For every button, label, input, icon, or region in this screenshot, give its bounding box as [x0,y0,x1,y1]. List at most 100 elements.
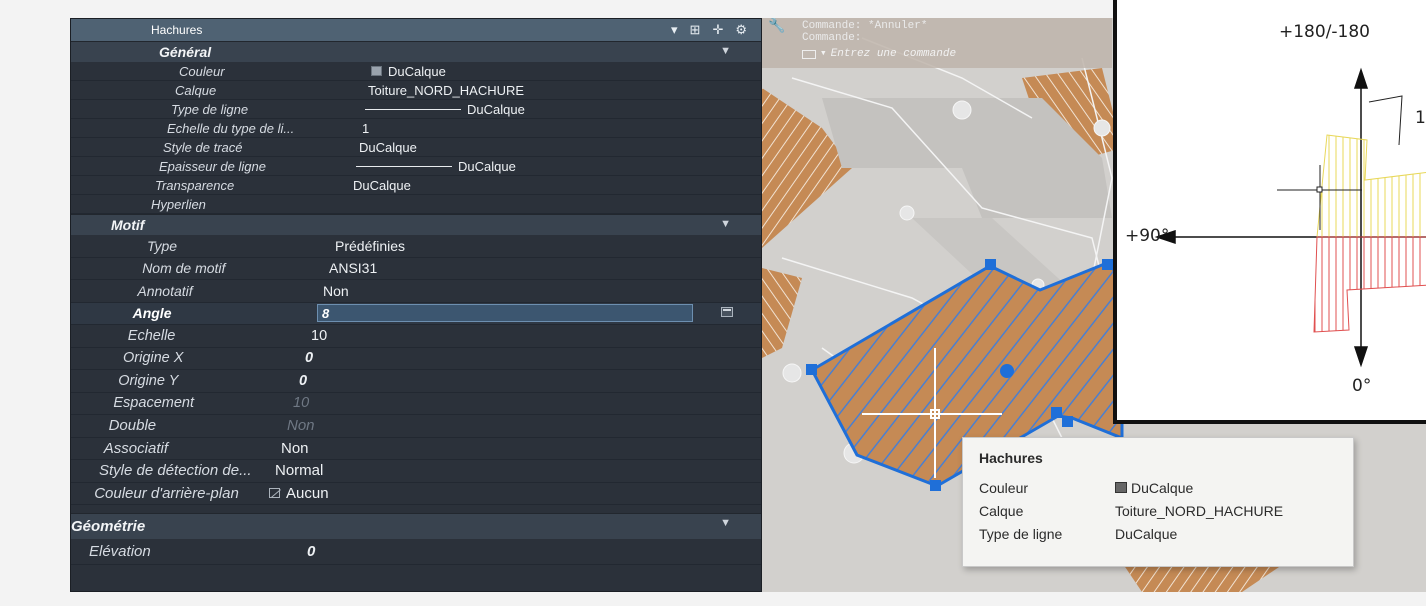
command-history-icon[interactable] [802,49,816,59]
property-value-text: ANSI31 [329,260,378,277]
property-value-epaisseur-de-ligne[interactable]: DuCalque [356,159,516,174]
property-label: Calque [175,82,217,98]
property-value-origine-x[interactable]: 0 [305,350,313,366]
section-motif[interactable]: Motif ▼ [71,214,761,235]
property-value-text: 0 [305,350,314,367]
property-value-text: 1 [362,120,370,136]
property-value-type-de-ligne[interactable]: DuCalque [365,102,525,117]
property-label: Hyperlien [151,196,206,212]
property-value-text: Toiture_NORD_HACHURE [368,82,525,98]
tooltip-row-couleur: Couleur DuCalque [979,476,1337,499]
property-label: Angle [132,305,172,322]
property-value-espacement[interactable]: 10 [293,395,309,411]
property-label: Double [108,417,157,435]
property-label: Transparence [155,177,235,193]
section-geometrie[interactable]: Géométrie ▼ [71,513,761,539]
command-history-1: Commande: *Annuler* [802,20,928,32]
property-row-epaisseur-de-ligne[interactable]: Epaisseur de ligne DuCalque [71,157,761,176]
property-row-style-de-trace[interactable]: Style de tracé DuCalque [71,138,761,157]
property-row-echelle-du-type-de-li[interactable]: Echelle du type de li... 1 [71,119,761,138]
property-value-couleur-d-arriere-plan[interactable]: Aucun [269,485,329,502]
property-value-nom-de-motif[interactable]: ANSI31 [329,260,377,276]
command-line[interactable]: 🔧 Commande: *Annuler* Commande: ▾ Entrez… [762,18,1112,68]
property-value-text: DuCalque [353,177,411,193]
section-general[interactable]: Général ▼ [71,41,761,62]
collapse-general-icon[interactable]: ▼ [720,45,731,57]
property-row-nom-de-motif[interactable]: Nom de motif ANSI31 [71,258,761,280]
property-row-elevation[interactable]: Elévation 0 [71,539,761,565]
property-row-couleur[interactable]: Couleur DuCalque [71,62,761,81]
properties-palette: Hachures ▾ ⊞ ✛ ⚙ Général ▼ Couleur DuCalq… [70,18,762,592]
command-settings-icon[interactable]: 🔧 [768,19,785,33]
property-value-elevation[interactable]: 0 [307,543,315,560]
no-color-swatch-icon [269,488,280,499]
property-row-type-de-ligne[interactable]: Type de ligne DuCalque [71,100,761,119]
property-row-origine-x[interactable]: Origine X 0 [71,348,761,370]
property-row-transparence[interactable]: Transparence DuCalque [71,176,761,195]
color-swatch-icon [371,66,382,76]
property-value-transparence[interactable]: DuCalque [353,178,411,193]
yellow-hatch [1316,134,1426,238]
geometry-rows: Elévation 0 [71,539,761,565]
property-value-annotatif[interactable]: Non [323,283,349,299]
property-label: Couleur d'arrière-plan [94,484,239,502]
property-row-origine-y[interactable]: Origine Y 0 [71,370,761,393]
property-row-hyperlien[interactable]: Hyperlien [71,195,761,214]
property-value-text: Non [281,439,309,457]
collapse-motif-icon[interactable]: ▼ [720,218,731,230]
property-value-calque[interactable]: Toiture_NORD_HACHURE [368,83,524,98]
property-row-associatif[interactable]: Associatif Non [71,438,761,460]
object-type-select[interactable]: Hachures [151,23,202,37]
property-row-style-de-detection-de[interactable]: Style de détection de... Normal [71,460,761,483]
property-row-echelle[interactable]: Echelle 10 [71,325,761,348]
command-placeholder: Entrez une commande [830,48,957,60]
angle-input[interactable] [317,304,693,323]
property-value-style-de-detection-de[interactable]: Normal [275,462,323,479]
property-value-couleur[interactable]: DuCalque [371,64,446,79]
tooltip-value: Toiture_NORD_HACHURE [1115,503,1283,519]
property-value-angle[interactable] [317,304,693,323]
property-value-type[interactable]: Prédéfinies [335,238,405,254]
dropdown-arrow-icon[interactable]: ▾ [671,22,678,38]
property-label: Style de détection de... [99,462,252,480]
section-general-label: Général [159,44,212,60]
angle-inset-svg [1154,67,1426,368]
property-value-origine-y[interactable]: 0 [299,373,307,389]
color-swatch-icon [1115,482,1127,493]
property-row-espacement[interactable]: Espacement 10 [71,393,761,415]
property-value-text: Normal [275,462,324,480]
quick-select-icon[interactable]: ⚙ [735,22,747,38]
property-label: Espacement [113,395,194,412]
select-objects-icon[interactable]: ✛ [712,22,723,38]
collapse-geometrie-icon[interactable]: ▼ [720,517,731,529]
command-history-2: Commande: [802,32,862,44]
property-value-style-de-trace[interactable]: DuCalque [359,140,417,155]
general-rows: Couleur DuCalque Calque Toiture_NORD_HACHUR… [71,62,761,214]
tooltip-value-text: Toiture_NORD_HACHURE [1115,502,1284,519]
toggle-pickadd-icon[interactable]: ⊞ [690,22,701,38]
property-row-type[interactable]: Type Prédéfinies [71,235,761,258]
motif-rows: Type Prédéfinies Nom de motif ANSI31 Annotat… [71,235,761,505]
property-value-double[interactable]: Non [287,417,315,434]
command-dropdown-icon[interactable]: ▾ [820,48,827,60]
calculator-icon[interactable] [721,306,733,317]
property-value-echelle[interactable]: 10 [311,328,327,344]
roof-hatch-left-2[interactable] [762,268,802,358]
property-row-couleur-d-arriere-plan[interactable]: Couleur d'arrière-plan Aucun [71,483,761,505]
command-input[interactable]: ▾ Entrez une commande [802,48,1112,60]
property-row-angle[interactable]: Angle [71,302,761,325]
palette-tools: ▾ ⊞ ✛ ⚙ [671,22,747,38]
property-row-annotatif[interactable]: Annotatif Non [71,280,761,303]
property-row-double[interactable]: Double Non [71,415,761,438]
red-hatch [1313,236,1426,333]
property-label: Origine X [123,350,184,367]
property-label: Echelle du type de li... [167,120,295,136]
property-value-associatif[interactable]: Non [281,440,309,457]
property-row-calque[interactable]: Calque Toiture_NORD_HACHURE [71,81,761,100]
tooltip-row-calque: Calque Toiture_NORD_HACHURE [979,499,1337,522]
property-value-text: DuCalque [359,139,417,155]
property-value-text: Aucun [286,484,329,502]
palette-header[interactable]: Hachures ▾ ⊞ ✛ ⚙ [71,19,761,41]
property-value-echelle-du-type-de-li[interactable]: 1 [362,121,369,136]
property-label: Nom de motif [142,260,226,277]
